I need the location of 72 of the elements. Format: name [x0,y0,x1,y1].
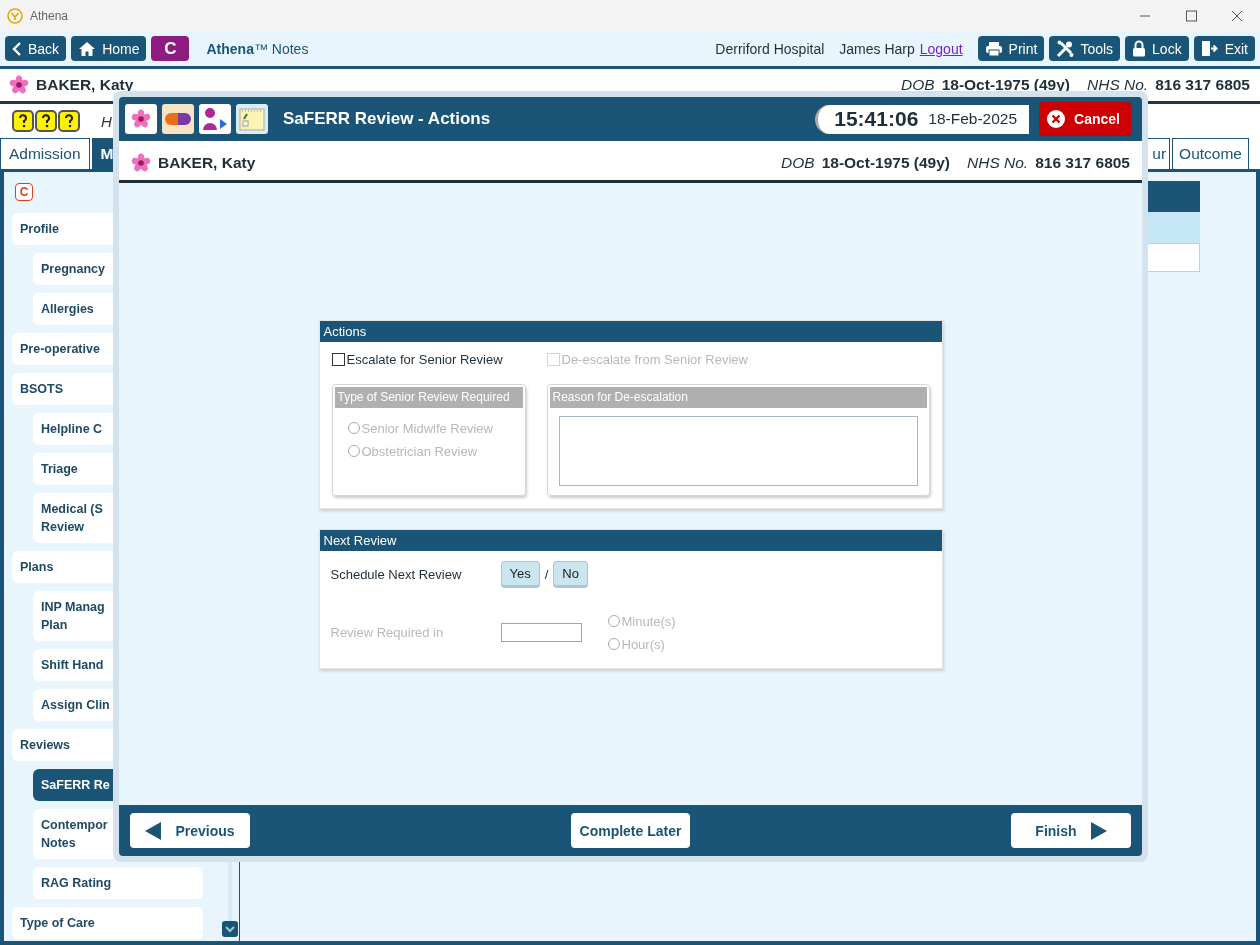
toolbar-button[interactable]: Print [977,36,1045,61]
app-badge-button[interactable]: C [151,36,190,61]
dob-value: 18-Oct-1975 (49y) [821,153,950,172]
toolbar-button[interactable]: Tools [1049,36,1121,61]
flower-icon [131,109,151,129]
checkbox-label: Escalate for Senior Review [346,352,503,367]
previous-button[interactable]: Previous [130,813,250,848]
exit-icon [1200,40,1219,57]
radio-label: Minute(s) [621,613,676,629]
user-name: James Harp [839,40,915,57]
separator-text: / [544,566,549,582]
close-icon [1046,109,1067,129]
nhs-value: 816 317 6805 [1035,153,1130,172]
complete-later-button[interactable]: Complete Later [570,813,691,848]
panel-title: Actions [319,320,942,342]
c-badge: C [15,183,33,201]
radio-label: Hour(s) [621,636,665,652]
back-icon [12,40,22,57]
radio-label: Senior Midwife Review [361,420,493,436]
alert-icon[interactable] [12,110,34,132]
review-required-label: Review Required in [330,625,445,640]
tab[interactable]: Admission [0,138,90,169]
checkbox-label: De-escalate from Senior Review [561,352,748,367]
clock-time: 15:41:06 [834,107,919,131]
app-name: Athena™ Notes [206,40,309,57]
left-triangle-icon [145,821,162,840]
help-icon[interactable] [35,110,57,132]
toolbar-icon-button[interactable] [125,104,157,134]
person-arrow-icon [202,107,228,131]
scroll-down-icon[interactable] [222,921,238,937]
sidebar-item[interactable]: Type of Care [12,907,203,939]
tools-icon [1056,39,1075,58]
window-title: Athena [30,8,69,23]
schedule-label: Schedule Next Review [330,566,463,582]
toolbar-button[interactable]: Exit [1193,36,1255,61]
nhs-label: NHS No. [967,153,1029,172]
patient-name: BAKER, Katy [36,76,134,94]
clock-date: 18-Feb-2025 [928,110,1018,128]
patient-name: BAKER, Katy [158,153,256,172]
sidebar-item[interactable]: RAG Rating [33,867,203,899]
nhs-value: 816 317 6805 [1155,76,1250,94]
group-title: Type of Senior Review Required [334,386,523,408]
panel-title: Next Review [319,529,942,551]
dialog-title: SaFERR Review - Actions [283,109,492,129]
help-icon[interactable] [58,110,80,132]
printer-icon [984,40,1003,57]
radio-label: Obstetrician Review [361,443,478,459]
toolbar-icon-button[interactable] [199,104,231,134]
home-icon [78,40,97,57]
finish-button[interactable]: Finish [1011,813,1131,848]
location-text: Derriford Hospital [715,40,825,57]
toolbar-button[interactable]: Lock [1125,36,1189,61]
toolbar-icon-button[interactable] [162,104,194,134]
flower-icon [9,75,29,95]
lock-icon [1132,40,1147,57]
notepad-icon [239,107,265,131]
tab[interactable]: Outcome [1172,138,1249,169]
capsule-icon [164,112,192,126]
right-triangle-icon [1090,821,1107,840]
dob-label: DOB [901,76,935,94]
alert-text: H [101,112,112,130]
nav-button[interactable]: Back [5,36,67,61]
flower-icon [131,152,151,173]
group-title: Reason for De-escalation [549,386,927,408]
nav-button[interactable]: Home [71,36,147,61]
logo-icon [7,7,23,24]
logout-link[interactable]: Logout [919,40,963,57]
checkbox[interactable] [331,353,345,366]
cancel-button[interactable]: Cancel [1039,102,1131,136]
review-interval-field[interactable] [500,623,582,642]
dob-label: DOB [781,153,815,172]
nhs-label: NHS No. [1087,76,1149,94]
